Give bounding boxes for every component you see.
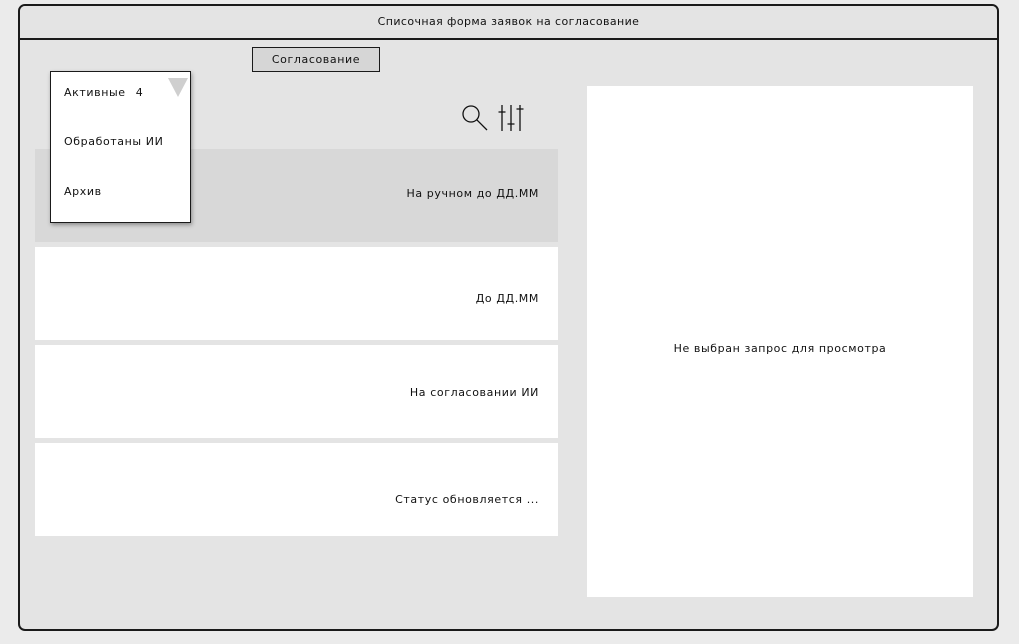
empty-detail-message: Не выбран запрос для просмотра bbox=[673, 342, 887, 355]
request-card[interactable]: На согласовании ИИ bbox=[35, 345, 558, 438]
dropdown-caret-icon[interactable] bbox=[168, 78, 188, 97]
request-status: Статус обновляется ... bbox=[395, 493, 539, 506]
request-card[interactable]: До ДД.ММ bbox=[35, 247, 558, 340]
dropdown-item-active[interactable]: Активные 4 bbox=[64, 86, 143, 99]
request-card[interactable]: Статус обновляется ... bbox=[35, 443, 558, 536]
window-title: Списочная форма заявок на согласование bbox=[20, 6, 997, 40]
request-status: На согласовании ИИ bbox=[409, 386, 539, 399]
app-window: Списочная форма заявок на согласование С… bbox=[18, 4, 999, 631]
sliders-icon[interactable] bbox=[498, 102, 524, 134]
request-status: До ДД.ММ bbox=[475, 292, 539, 305]
dropdown-item-active-label: Активные bbox=[64, 86, 126, 99]
active-count-badge: 4 bbox=[135, 86, 144, 99]
request-detail-panel: Не выбран запрос для просмотра bbox=[587, 86, 973, 597]
approval-tab-button[interactable]: Согласование bbox=[252, 47, 380, 72]
search-icon[interactable] bbox=[460, 103, 490, 133]
dropdown-item-archive[interactable]: Архив bbox=[64, 185, 102, 198]
dropdown-item-ai-processed[interactable]: Обработаны ИИ bbox=[64, 135, 163, 148]
status-filter-dropdown: Активные 4 Обработаны ИИ Архив bbox=[50, 71, 191, 223]
request-status: На ручном до ДД.ММ bbox=[406, 187, 539, 200]
